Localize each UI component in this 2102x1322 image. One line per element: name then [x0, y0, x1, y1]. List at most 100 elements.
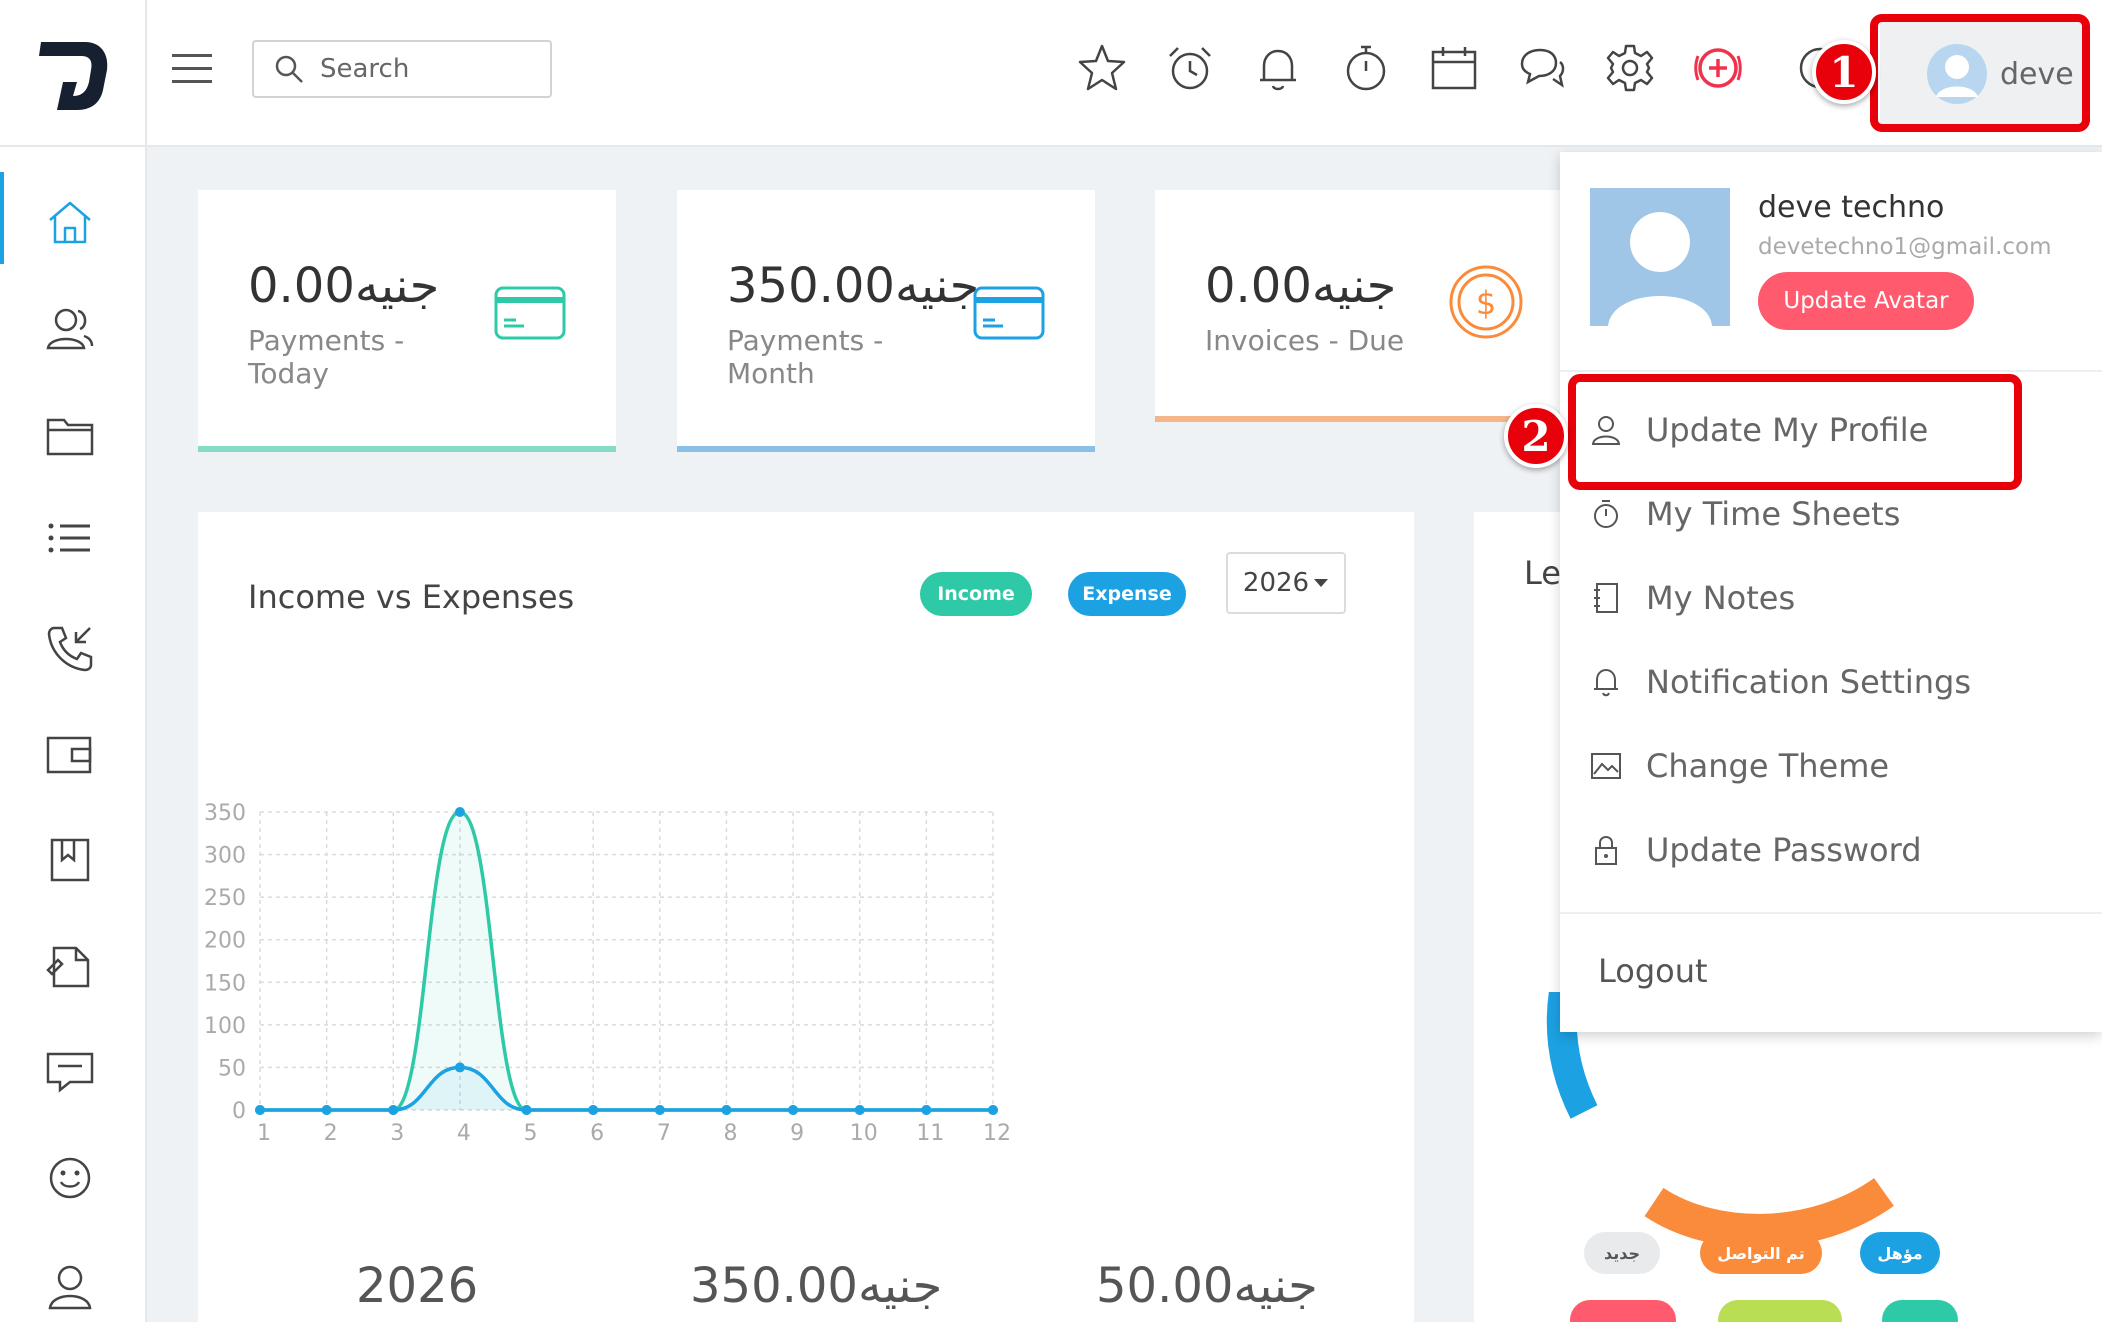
- y-axis: 350 300 250 200 150 100 50 0: [204, 801, 246, 1124]
- y-tick-label: 50: [218, 1056, 246, 1081]
- search-input[interactable]: Search: [252, 40, 552, 98]
- leads-card-title: Le: [1524, 554, 1561, 592]
- add-circle-icon[interactable]: [1692, 42, 1744, 94]
- menu-item-label: Update Password: [1646, 831, 1922, 869]
- highlight-box-user-menu: [1870, 14, 2090, 132]
- y-tick-label: 300: [204, 844, 246, 869]
- x-tick-label: 4: [457, 1121, 471, 1146]
- series-point: [255, 1105, 265, 1115]
- x-tick-label: 5: [524, 1121, 538, 1146]
- stat-value: 0.00جنيه: [1205, 258, 1397, 314]
- dollar-coin-icon: $: [1449, 265, 1523, 339]
- lead-status-pill[interactable]: مؤهل: [1860, 1232, 1940, 1274]
- gear-icon[interactable]: [1604, 42, 1656, 94]
- x-tick-label: 12: [983, 1121, 1011, 1146]
- stat-label: Invoices - Due: [1205, 324, 1405, 357]
- x-tick-label: 7: [657, 1121, 671, 1146]
- x-tick-label: 6: [590, 1121, 604, 1146]
- series-point: [454, 1062, 465, 1073]
- svg-text:$: $: [1476, 284, 1496, 322]
- series-point: [654, 1105, 665, 1115]
- series-point: [588, 1105, 599, 1115]
- stat-card-payments-month: 350.00جنيه Payments - Month: [677, 190, 1095, 452]
- y-tick-label: 250: [204, 886, 246, 911]
- y-tick-label: 350: [204, 801, 246, 826]
- chart-series: [255, 807, 998, 1115]
- home-icon[interactable]: [44, 196, 96, 248]
- income-expense-chart: 350300250200150100500 1 2 3 4 5 6 7 8 9 10 11 12: [204, 801, 1011, 1146]
- series-point: [454, 807, 465, 817]
- stat-card-invoices-due: 0.00جنيه Invoices - Due $: [1155, 190, 1573, 422]
- series-line: [259, 810, 993, 1112]
- notebook-icon: [1594, 583, 1618, 613]
- divider: [1560, 912, 2102, 914]
- stat-value: 350.00جنيه: [727, 258, 980, 314]
- menu-item-label: My Notes: [1646, 579, 1796, 617]
- step-badge-2: 2: [1504, 404, 1568, 468]
- y-tick-label: 150: [204, 971, 246, 996]
- menu-item-my-notes[interactable]: My Notes: [1590, 568, 1795, 628]
- menu-item-change-theme[interactable]: Change Theme: [1590, 736, 1889, 796]
- profile-email: devetechno1@gmail.com: [1758, 234, 2052, 260]
- hamburger-icon: [172, 54, 212, 83]
- avatar-icon: [1608, 212, 1712, 326]
- lead-status-pill[interactable]: [1882, 1300, 1958, 1322]
- lead-status-pill[interactable]: [1570, 1300, 1676, 1322]
- lead-status-pill[interactable]: [1718, 1300, 1842, 1322]
- update-avatar-button[interactable]: Update Avatar: [1758, 272, 1974, 330]
- x-tick-label: 3: [390, 1121, 404, 1146]
- stat-accent-bar: [677, 446, 1095, 452]
- series-point: [521, 1105, 532, 1115]
- series-point: [921, 1105, 932, 1115]
- list-icon[interactable]: [44, 514, 96, 566]
- menu-item-label: My Time Sheets: [1646, 495, 1901, 533]
- series-point: [788, 1105, 799, 1115]
- summary-income: 350.00جنيه: [690, 1258, 943, 1314]
- menu-item-update-password[interactable]: Update Password: [1590, 820, 1922, 880]
- image-icon: [1591, 753, 1621, 779]
- stat-label: Payments - Month: [727, 324, 884, 390]
- smile-icon[interactable]: [44, 1152, 96, 1204]
- credit-card-icon: [973, 286, 1045, 340]
- x-tick-label: 8: [723, 1121, 737, 1146]
- users-icon[interactable]: [44, 302, 96, 354]
- lock-icon: [1595, 835, 1617, 865]
- credit-card-icon: [494, 286, 566, 340]
- menu-item-notification-settings[interactable]: Notification Settings: [1590, 652, 1971, 712]
- summary-year: 2026: [356, 1258, 479, 1314]
- contract-icon[interactable]: [44, 940, 96, 992]
- series-line: [259, 1065, 993, 1112]
- star-icon[interactable]: [1076, 42, 1128, 94]
- step-badge-1: 1: [1812, 40, 1876, 104]
- stat-accent-bar: [198, 446, 616, 452]
- lead-status-pill[interactable]: جديد: [1584, 1232, 1660, 1274]
- menu-toggle-button[interactable]: [170, 50, 214, 86]
- lead-status-pill[interactable]: تم التواصل: [1700, 1232, 1822, 1274]
- folder-icon[interactable]: [44, 410, 96, 462]
- stopwatch-icon: [1594, 500, 1618, 528]
- menu-item-label: Notification Settings: [1646, 663, 1972, 701]
- logo-icon: [38, 41, 107, 110]
- phone-icon[interactable]: [44, 622, 96, 674]
- x-tick-label: 2: [324, 1121, 338, 1146]
- logo[interactable]: [0, 0, 147, 147]
- wallet-icon[interactable]: [44, 728, 96, 780]
- menu-item-label: Change Theme: [1646, 747, 1890, 785]
- user-icon[interactable]: [44, 1260, 96, 1312]
- menu-item-my-time-sheets[interactable]: My Time Sheets: [1590, 484, 1900, 544]
- bookmark-icon[interactable]: [44, 834, 96, 886]
- alarm-icon[interactable]: [1164, 42, 1216, 94]
- active-indicator: [0, 172, 4, 264]
- calendar-icon[interactable]: [1428, 42, 1480, 94]
- x-tick-label: 9: [790, 1121, 804, 1146]
- bell-icon[interactable]: [1252, 42, 1304, 94]
- user-dropdown-menu: deve techno devetechno1@gmail.com Update…: [1560, 152, 2102, 1032]
- profile-avatar: [1590, 188, 1730, 326]
- stopwatch-icon[interactable]: [1340, 42, 1392, 94]
- series-point: [721, 1105, 732, 1115]
- stat-card-payments-today: 0.00جنيه Payments - Today: [198, 190, 616, 452]
- logout-link[interactable]: Logout: [1598, 952, 1708, 990]
- support-icon[interactable]: [44, 1046, 96, 1098]
- stat-value: 0.00جنيه: [248, 258, 440, 314]
- chat-icon[interactable]: [1516, 42, 1568, 94]
